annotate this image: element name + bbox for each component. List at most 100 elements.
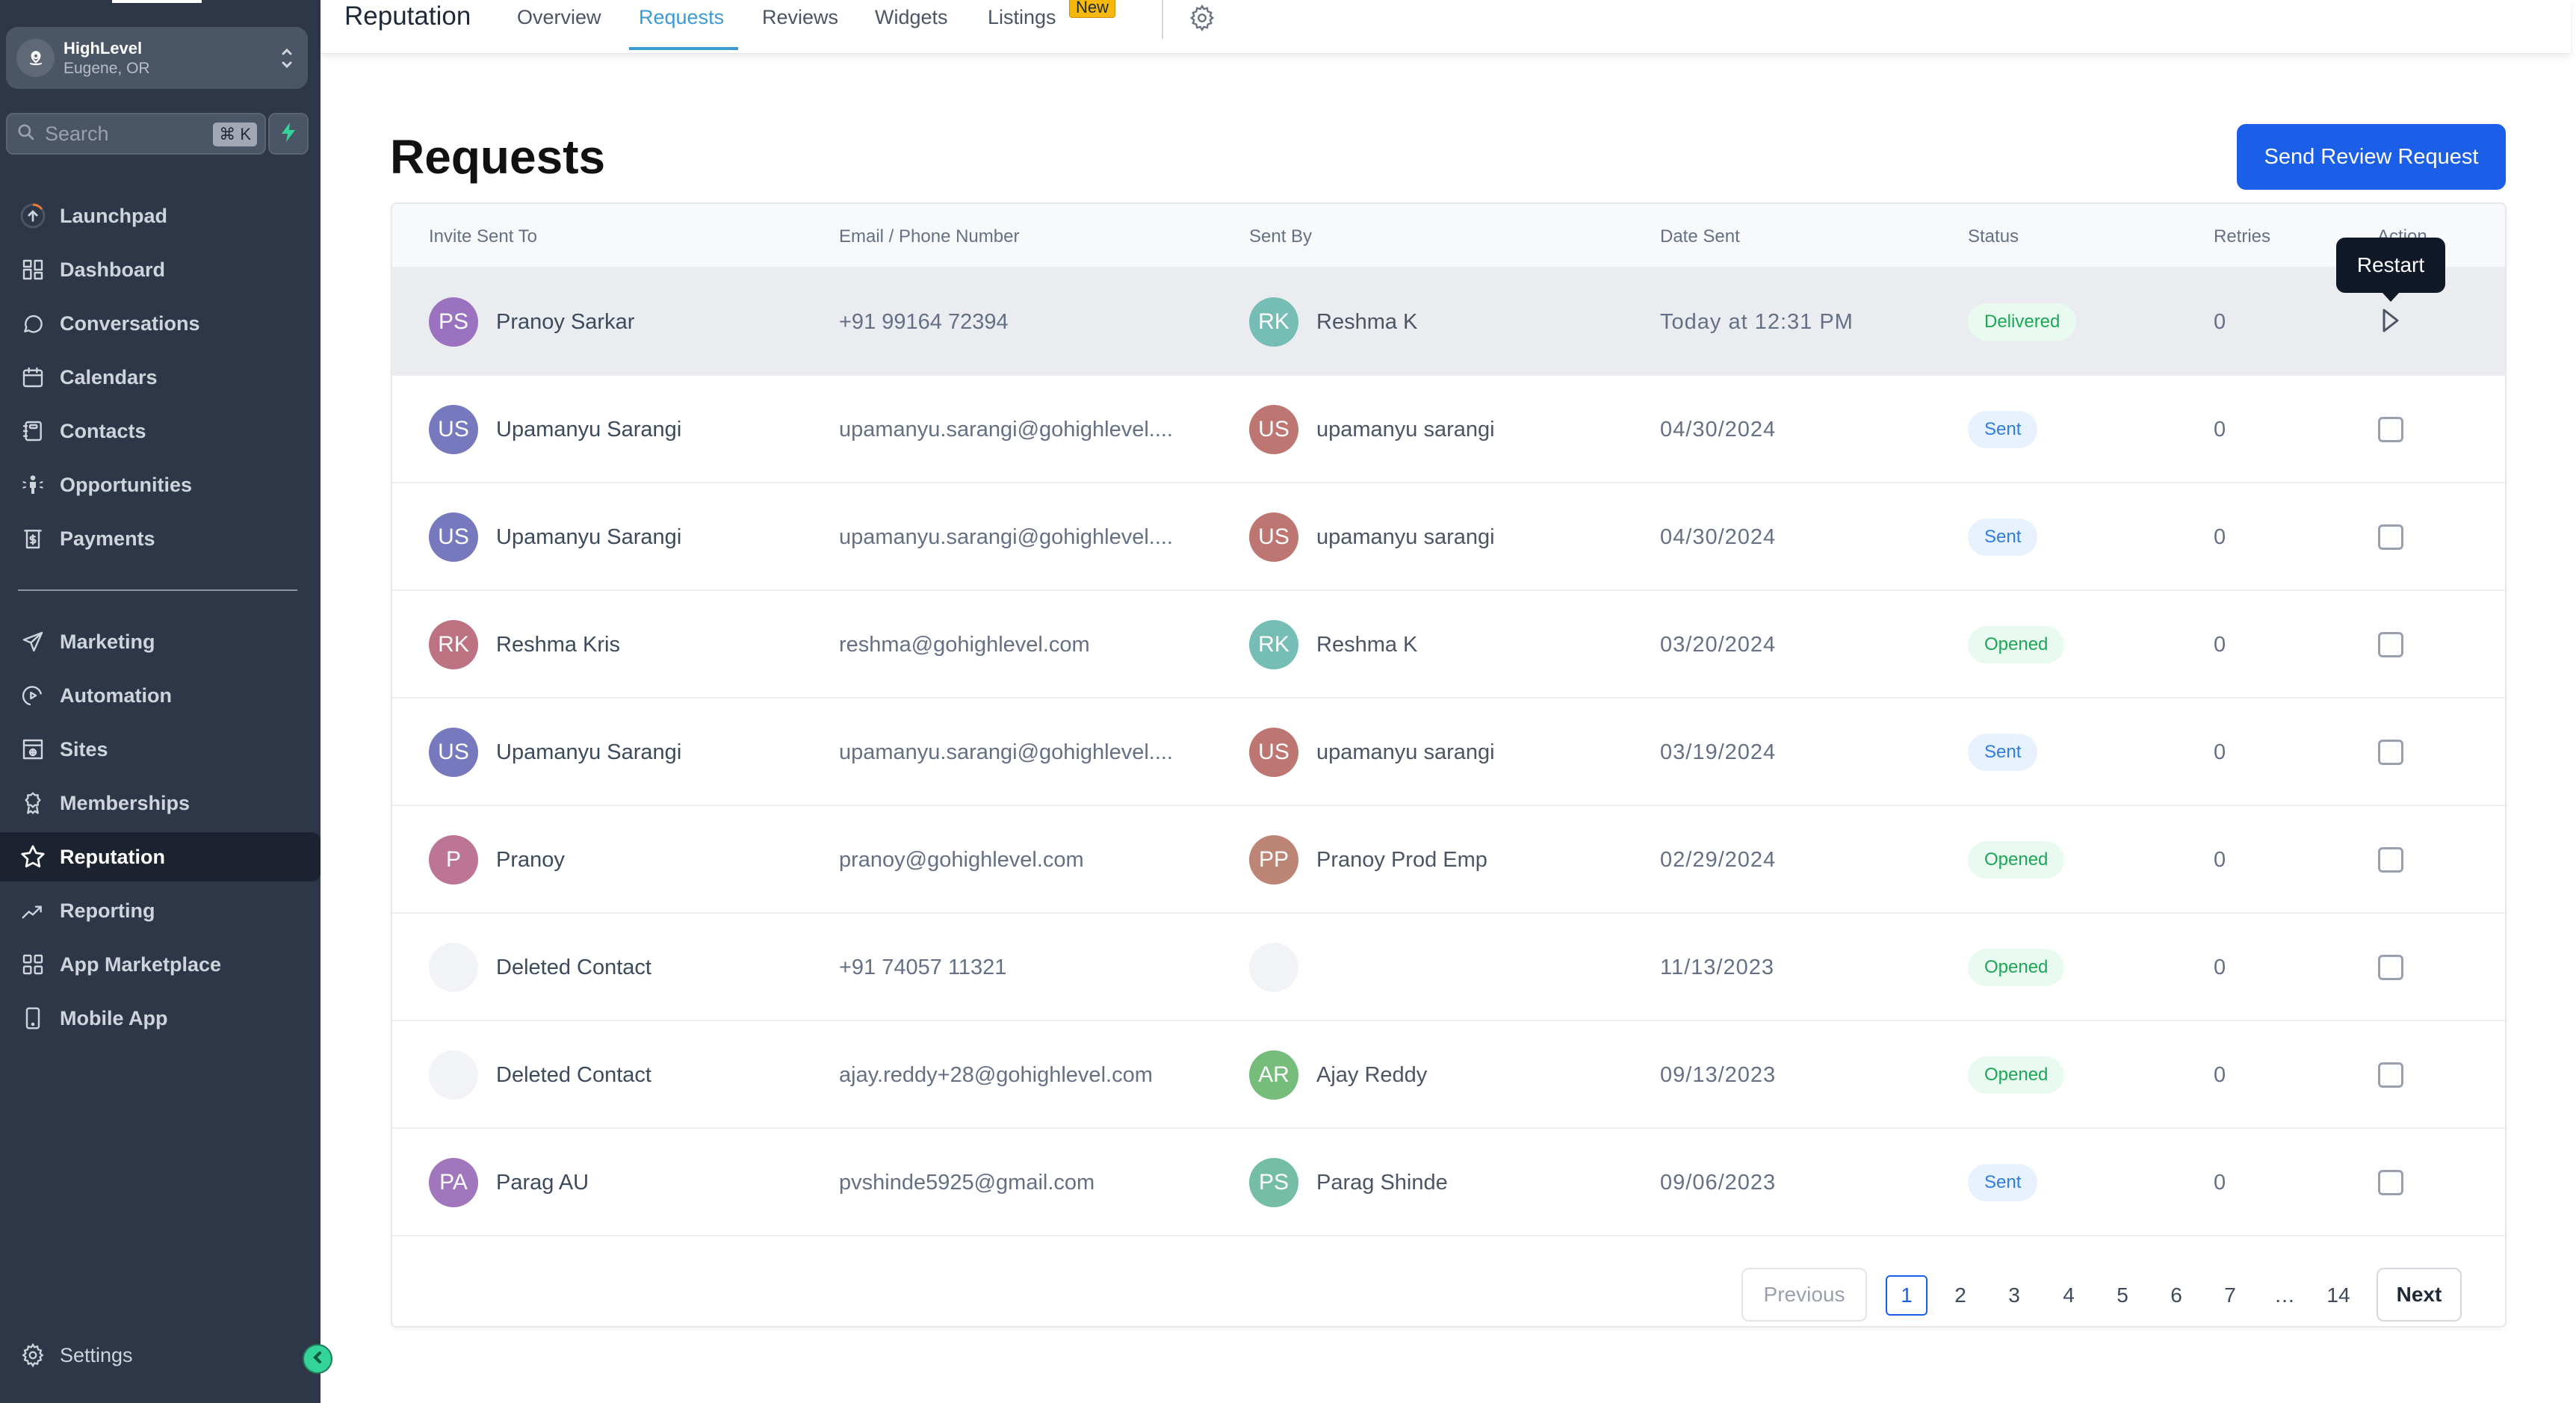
sender-cell: US upamanyu sarangi	[1249, 483, 1495, 591]
sidebar-item-reputation[interactable]: Reputation	[0, 832, 321, 882]
page-button-6[interactable]: 6	[2155, 1275, 2197, 1316]
table-row[interactable]: PA Parag AU pvshinde5925@gmail.com PS Pa…	[392, 1129, 2505, 1236]
sender-name: Parag Shinde	[1316, 1170, 1448, 1195]
row-checkbox[interactable]	[2378, 1062, 2403, 1088]
sidebar-item-sites[interactable]: Sites	[0, 725, 321, 774]
table-row[interactable]: PS Pranoy Sarkar +91 99164 72394 RK Resh…	[392, 268, 2505, 376]
sidebar-item-label: Contacts	[60, 419, 146, 442]
page-button-4[interactable]: 4	[2048, 1275, 2090, 1316]
sidebar-item-reporting[interactable]: Reporting	[0, 886, 321, 935]
table-row[interactable]: US Upamanyu Sarangi upamanyu.sarangi@goh…	[392, 376, 2505, 483]
sidebar-item-memberships[interactable]: Memberships	[0, 778, 321, 828]
automation-icon	[18, 681, 48, 710]
page-button-7[interactable]: 7	[2209, 1275, 2251, 1316]
sidebar-item-mobile-app[interactable]: Mobile App	[0, 994, 321, 1043]
table-row[interactable]: RK Reshma Kris reshma@gohighlevel.com RK…	[392, 591, 2505, 699]
previous-page-button[interactable]: Previous	[1741, 1268, 1867, 1322]
status-badge: Sent	[1968, 734, 2038, 771]
retries-cell: 0	[2214, 1021, 2226, 1129]
quick-actions-button[interactable]	[268, 113, 309, 155]
column-header: Status	[1968, 226, 2019, 247]
retries-count: 0	[2214, 1170, 2226, 1195]
sidebar-item-marketing[interactable]: Marketing	[0, 617, 321, 666]
page-button-2[interactable]: 2	[1939, 1275, 1981, 1316]
sidebar-item-automation[interactable]: Automation	[0, 671, 321, 720]
new-badge: New	[1069, 0, 1116, 18]
page-button-1[interactable]: 1	[1886, 1275, 1928, 1316]
page-title: Requests	[390, 130, 606, 184]
row-checkbox[interactable]	[2378, 955, 2403, 980]
invitee-name: Parag AU	[496, 1170, 589, 1195]
date-cell: Today at 12:31 PM	[1660, 268, 1854, 376]
restart-tooltip: Restart	[2336, 238, 2445, 302]
tab-widgets[interactable]: Widgets	[875, 4, 948, 30]
sidebar-item-calendars[interactable]: Calendars	[0, 353, 321, 402]
page-button-3[interactable]: 3	[1993, 1275, 2035, 1316]
reputation-settings-button[interactable]	[1186, 3, 1219, 36]
table-row[interactable]: US Upamanyu Sarangi upamanyu.sarangi@goh…	[392, 483, 2505, 591]
sidebar-item-settings[interactable]: Settings	[0, 1331, 321, 1380]
invitee-avatar: RK	[429, 620, 478, 669]
date-sent: 04/30/2024	[1660, 417, 1777, 442]
sender-cell: RK Reshma K	[1249, 591, 1417, 699]
restart-button[interactable]	[2378, 307, 2403, 337]
status-badge: Opened	[1968, 841, 2065, 879]
sidebar-item-launchpad[interactable]: Launchpad	[0, 191, 321, 241]
table-row[interactable]: P Pranoy pranoy@gohighlevel.com PP Prano…	[392, 806, 2505, 914]
sender-name: Ajay Reddy	[1316, 1062, 1428, 1087]
sender-avatar: RK	[1249, 620, 1298, 669]
sidebar-item-label: Marketing	[60, 630, 155, 653]
sidebar-item-conversations[interactable]: Conversations	[0, 299, 321, 348]
date-cell: 04/30/2024	[1660, 483, 1776, 591]
contacts-icon	[18, 416, 48, 446]
page-button-5[interactable]: 5	[2102, 1275, 2143, 1316]
status-badge: Delivered	[1968, 303, 2077, 341]
sidebar-item-dashboard[interactable]: Dashboard	[0, 245, 321, 294]
search-input[interactable]: Search ⌘ K	[6, 113, 266, 155]
row-checkbox[interactable]	[2378, 847, 2403, 873]
next-page-button[interactable]: Next	[2377, 1268, 2462, 1322]
invitee-avatar: US	[429, 512, 478, 562]
row-checkbox[interactable]	[2378, 417, 2403, 442]
requests-table: Invite Sent To Email / Phone Number Sent…	[391, 202, 2507, 1328]
sidebar-item-label: Calendars	[60, 365, 158, 388]
contact-value: +91 99164 72394	[839, 309, 1009, 334]
status-cell: Opened	[1968, 591, 2065, 699]
payments-icon	[18, 524, 48, 554]
row-checkbox[interactable]	[2378, 524, 2403, 550]
row-checkbox[interactable]	[2378, 1170, 2403, 1195]
account-switcher[interactable]: HighLevel Eugene, OR	[6, 27, 308, 89]
sender-avatar: PP	[1249, 835, 1298, 885]
page-button-14[interactable]: 14	[2318, 1275, 2359, 1316]
apps-grid-icon	[18, 950, 48, 979]
send-icon	[18, 627, 48, 657]
table-row[interactable]: Deleted Contact +91 74057 11321 11/13/20…	[392, 914, 2505, 1021]
row-checkbox[interactable]	[2378, 632, 2403, 657]
tab-listings[interactable]: Listings	[988, 4, 1056, 30]
table-row[interactable]: US Upamanyu Sarangi upamanyu.sarangi@goh…	[392, 699, 2505, 806]
collapse-sidebar-button[interactable]	[303, 1344, 332, 1374]
tab-reviews[interactable]: Reviews	[762, 4, 838, 30]
sidebar-item-payments[interactable]: Payments	[0, 514, 321, 563]
row-checkbox[interactable]	[2378, 740, 2403, 765]
sidebar-item-label: Reporting	[60, 899, 155, 922]
action-cell	[2378, 483, 2403, 591]
date-sent: 03/19/2024	[1660, 740, 1777, 764]
pagination: Previous 1 2 3 4 5 6 7 … 14 Next	[392, 1241, 2505, 1326]
retries-cell: 0	[2214, 1129, 2226, 1236]
sidebar-item-opportunities[interactable]: Opportunities	[0, 460, 321, 510]
tab-overview[interactable]: Overview	[517, 4, 601, 30]
status-badge: Sent	[1968, 411, 2038, 448]
active-tab-indicator	[629, 47, 738, 50]
tab-requests[interactable]: Requests	[639, 4, 724, 30]
table-row[interactable]: Deleted Contact ajay.reddy+28@gohighleve…	[392, 1021, 2505, 1129]
sidebar-item-app-marketplace[interactable]: App Marketplace	[0, 940, 321, 989]
column-header: Sent By	[1249, 226, 1313, 247]
send-review-request-button[interactable]: Send Review Request	[2237, 124, 2506, 190]
status-badge: Opened	[1968, 1056, 2065, 1094]
column-header: Email / Phone Number	[839, 226, 1020, 247]
sidebar-item-contacts[interactable]: Contacts	[0, 406, 321, 456]
invitee-name: Pranoy	[496, 847, 565, 872]
date-cell: 11/13/2023	[1660, 914, 1774, 1021]
sidebar-item-label: App Marketplace	[60, 953, 222, 976]
